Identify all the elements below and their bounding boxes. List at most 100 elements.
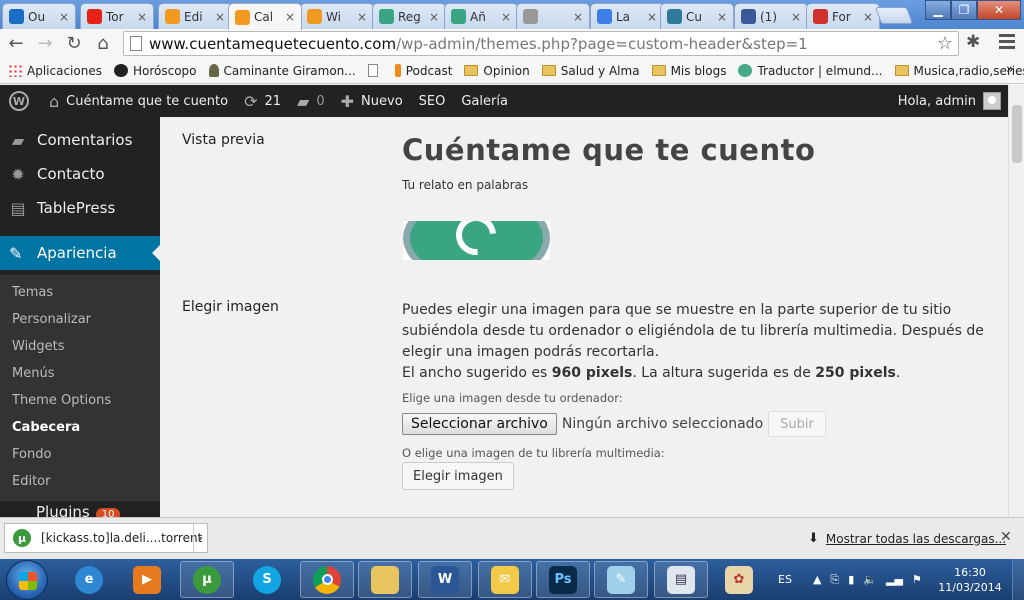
download-menu-icon[interactable]: ▾ [193,524,207,552]
tab-11[interactable]: For × [806,3,880,29]
choose-image-button[interactable]: Elegir imagen [402,462,514,490]
bookmark-3[interactable] [367,64,383,77]
sidebar-item-apariencia[interactable]: ✎ Apariencia [0,236,160,270]
sidebar-item-plugins[interactable]: Plugins 10 [0,501,160,517]
tray-expand-icon[interactable]: ▲ [813,573,821,586]
show-all-downloads[interactable]: ⬇ Mostrar todas las descargas... [808,531,1006,546]
tab-3[interactable]: Cal × [228,3,302,30]
taskbar-photoshop[interactable]: Ps [536,561,590,598]
bookmark-8[interactable]: Traductor | elmund... [738,64,883,78]
close-tab-icon[interactable]: × [863,10,875,24]
admin-bar-updates[interactable]: ⟳ 21 [244,92,281,111]
tab-9[interactable]: Cu × [660,3,734,29]
close-tab-icon[interactable]: × [59,10,71,24]
close-tab-icon[interactable]: × [215,10,227,24]
submenu-item-3[interactable]: Menús [0,360,160,387]
close-tab-icon[interactable]: × [501,10,513,24]
bookmark-2[interactable]: Caminante Giramon... [208,64,356,78]
submenu-item-4[interactable]: Theme Options [0,387,160,414]
bookmark-star-icon[interactable]: ☆ [937,33,953,54]
close-download-bar-icon[interactable]: ✕ [1000,529,1012,545]
bookmark-1[interactable]: Horóscopo [113,64,197,78]
usb-icon[interactable]: ⎘ [830,573,839,587]
taskbar-window[interactable]: ▤ [654,561,708,598]
sidebar-item-contacto[interactable]: ✹ Contacto [0,157,160,191]
volume-icon[interactable]: 🔈 [863,573,877,586]
show-all-link[interactable]: Mostrar todas las descargas... [826,532,1006,546]
bookmark-5[interactable]: Opinion [464,64,530,78]
tab-4[interactable]: Wi × [300,3,374,29]
scroll-thumb[interactable] [1012,105,1022,163]
bookmark-9[interactable]: Musica,radio,series [894,64,1024,78]
sidebar-item-comentarios[interactable]: ▰ Comentarios [0,123,160,157]
wordpress-logo-icon[interactable]: W [9,91,29,111]
tab-0[interactable]: Ou × [2,3,76,29]
close-tab-icon[interactable]: × [573,10,585,24]
tab-6[interactable]: Añ × [444,3,518,29]
bookmark-0[interactable]: Aplicaciones [8,64,102,78]
flag-icon[interactable]: ⚑ [912,573,922,586]
tab-2[interactable]: Edi × [158,3,232,29]
taskbar-utorrent[interactable]: µ [180,561,234,598]
extension-icon[interactable]: ✱ [966,32,980,52]
page-scrollbar[interactable] [1008,85,1024,517]
clock[interactable]: 16:30 11/03/2014 [935,565,1005,595]
close-tab-icon[interactable]: × [429,10,441,24]
bookmark-6[interactable]: Salud y Alma [541,64,640,78]
show-desktop-button[interactable] [1012,559,1024,600]
admin-bar-seo[interactable]: SEO [419,94,446,109]
network-icon[interactable]: ▮ [848,573,854,586]
close-tab-icon[interactable]: × [137,10,149,24]
close-window-icon[interactable]: ✕ [977,0,1021,20]
back-icon[interactable]: ← [3,31,29,57]
admin-bar-account[interactable]: Hola, admin [898,85,1001,117]
start-button[interactable] [6,560,48,600]
close-tab-icon[interactable]: × [357,10,369,24]
tab-10[interactable]: (1) × [734,3,808,29]
language-indicator[interactable]: ES [778,573,792,586]
tab-1[interactable]: Tor × [80,3,154,29]
submenu-item-1[interactable]: Personalizar [0,306,160,333]
admin-bar-site[interactable]: ⌂ Cuéntame que te cuento [49,92,228,111]
new-tab-button[interactable] [874,7,914,24]
minimize-icon[interactable]: ▁ [925,0,951,20]
close-tab-icon[interactable]: × [791,10,803,24]
taskbar-word[interactable]: W [418,561,472,598]
home-icon[interactable]: ⌂ [90,31,116,57]
tab-7[interactable]: × [516,3,590,29]
bookmark-7[interactable]: Mis blogs [651,64,726,78]
admin-bar-comments[interactable]: ▰ 0 [297,92,325,111]
close-tab-icon[interactable]: × [717,10,729,24]
admin-bar-new[interactable]: ✚ Nuevo [341,92,403,111]
taskbar-skype[interactable]: S [240,561,294,598]
taskbar-outlook[interactable]: ✉ [478,561,532,598]
maximize-icon[interactable]: ❐ [951,0,977,20]
taskbar-ie[interactable]: e [62,561,116,598]
upload-button[interactable]: Subir [768,411,826,437]
browser-menu-icon[interactable] [999,34,1015,52]
taskbar-media[interactable]: ▶ [120,561,174,598]
forward-icon[interactable]: → [32,31,58,57]
sidebar-item-tablepress[interactable]: ▤ TablePress [0,191,160,225]
close-tab-icon[interactable]: × [647,10,659,24]
reload-icon[interactable]: ↻ [61,31,87,57]
admin-bar-gallery[interactable]: Galería [461,94,508,109]
submenu-item-7[interactable]: Editor [0,468,160,495]
tab-5[interactable]: Reg × [372,3,446,29]
download-item[interactable]: µ [kickass.to]la.deli....torrent ▾ [4,523,208,553]
taskbar-notes[interactable]: ✎ [594,561,648,598]
bookmark-4[interactable]: Podcast [394,64,452,78]
select-file-button[interactable]: Seleccionar archivo [402,413,557,435]
signal-icon[interactable]: ▂▄ [886,573,903,586]
address-bar[interactable]: www.cuentamequetecuento.com/wp-admin/the… [123,31,959,56]
taskbar-paint[interactable]: ✿ [712,561,766,598]
tab-8[interactable]: La × [590,3,664,29]
taskbar-explorer[interactable] [358,561,412,598]
submenu-item-0[interactable]: Temas [0,279,160,306]
close-tab-icon[interactable]: × [285,10,297,24]
submenu-item-6[interactable]: Fondo [0,441,160,468]
taskbar-chrome[interactable] [300,561,354,598]
submenu-item-5[interactable]: Cabecera [0,414,160,441]
submenu-item-2[interactable]: Widgets [0,333,160,360]
bookmarks-more-icon[interactable]: » [1006,62,1014,77]
